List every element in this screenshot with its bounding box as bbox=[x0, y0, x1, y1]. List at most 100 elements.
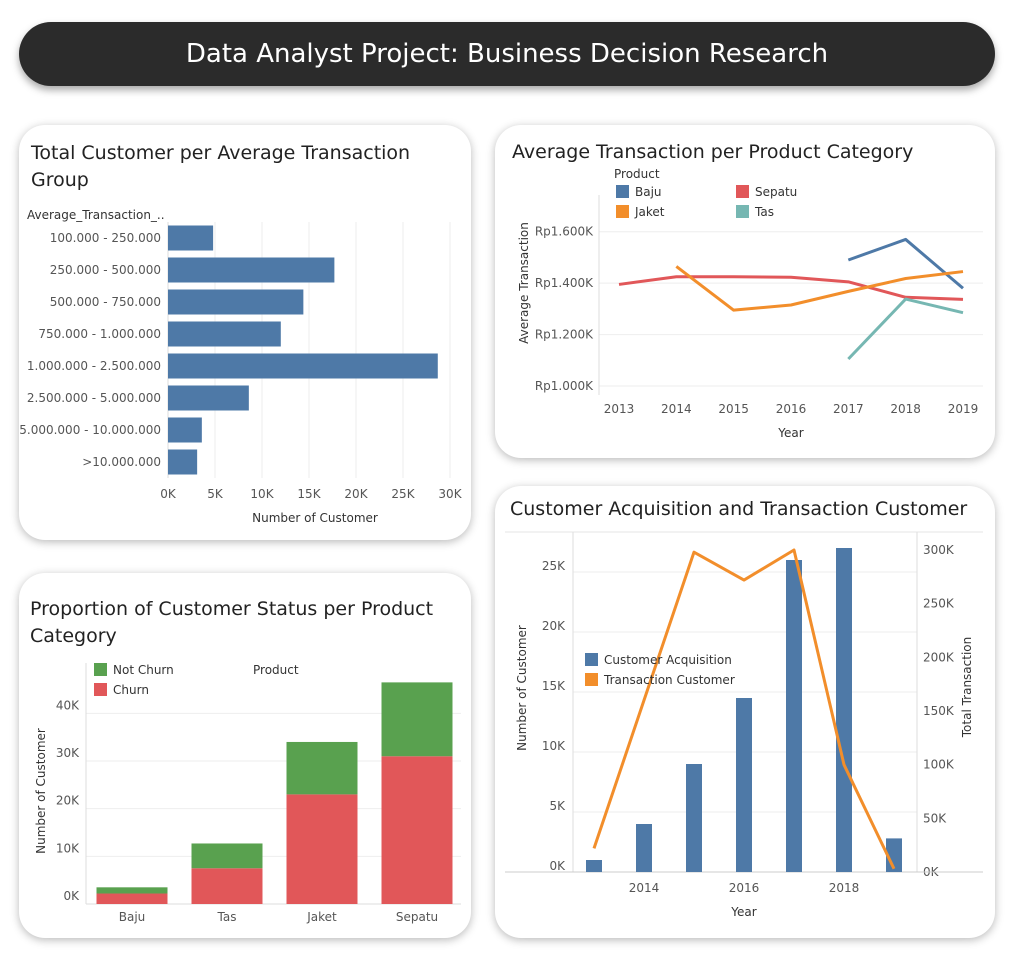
legend-swatch bbox=[736, 185, 749, 198]
bar-segment bbox=[191, 843, 263, 869]
card-avg-transaction-product: Average Transaction per Product Category… bbox=[495, 125, 995, 458]
category-label: 5.000.000 - 10.000.000 bbox=[19, 423, 161, 437]
y2-tick-label: 300K bbox=[923, 543, 955, 557]
legend-label: Transaction Customer bbox=[603, 673, 735, 687]
page-title: Data Analyst Project: Business Decision … bbox=[185, 39, 829, 69]
category-label: 100.000 - 250.000 bbox=[50, 231, 161, 245]
y-tick-label: 10K bbox=[56, 841, 80, 855]
bar bbox=[168, 225, 214, 251]
x-tick-label: 15K bbox=[297, 487, 321, 501]
chart-avg-transaction-product: Rp1.000K Rp1.200K Rp1.400K Rp1.600K 2013 2014… bbox=[517, 167, 983, 440]
row-header: Average_Transaction_.. bbox=[27, 208, 165, 222]
y-tick-label: Rp1.400K bbox=[535, 276, 594, 290]
category-label: 750.000 - 1.000.000 bbox=[38, 327, 161, 341]
bar-segment bbox=[381, 756, 453, 904]
x-tick-label: 2018 bbox=[890, 402, 921, 416]
bar-segment bbox=[381, 682, 453, 757]
bar-segment bbox=[96, 887, 168, 894]
x-tick-label: 25K bbox=[391, 487, 415, 501]
bar bbox=[836, 548, 852, 872]
legend-label: Baju bbox=[635, 185, 662, 199]
card-avg-transaction-group: Total Customer per Average Transaction G… bbox=[19, 125, 471, 540]
legend-swatch bbox=[94, 683, 107, 696]
card-customer-acquisition: Customer Acquisition and Transaction Cus… bbox=[495, 486, 995, 938]
legend-label: Churn bbox=[113, 683, 149, 697]
y-axis-title: Number of Customer bbox=[34, 728, 48, 854]
category-label: >10.000.000 bbox=[82, 455, 161, 469]
category-label: Baju bbox=[119, 910, 146, 924]
y2-tick-label: 150K bbox=[923, 704, 955, 718]
x-tick-label: 2016 bbox=[729, 881, 760, 895]
legend-label: Jaket bbox=[634, 205, 665, 219]
x-tick-label: 2014 bbox=[629, 881, 660, 895]
bar bbox=[168, 417, 202, 443]
bar bbox=[168, 257, 335, 283]
bar-segment bbox=[286, 741, 358, 795]
y-tick-label: 20K bbox=[542, 619, 566, 633]
x-tick-label: 20K bbox=[344, 487, 368, 501]
chart-avg-transaction-group: 0K 5K 10K 15K 20K 25K 30K Average_Transaction_.… bbox=[19, 208, 462, 525]
legend-title: Product bbox=[614, 167, 660, 181]
chart-customer-acquisition: 0K5K10K15K20K25K0K50K100K150K200K250K300… bbox=[505, 531, 983, 919]
x-tick-label: 2019 bbox=[948, 402, 979, 416]
legend-label: Not Churn bbox=[113, 663, 174, 677]
y-tick-label: 25K bbox=[542, 559, 566, 573]
header-banner: Data Analyst Project: Business Decision … bbox=[19, 22, 995, 86]
category-label: 500.000 - 750.000 bbox=[50, 295, 161, 309]
legend-label: Customer Acquisition bbox=[604, 653, 732, 667]
y2-tick-label: 250K bbox=[923, 597, 955, 611]
legend-title: Product bbox=[253, 663, 299, 677]
legend-swatch bbox=[585, 673, 598, 686]
bar bbox=[786, 560, 802, 872]
legend-swatch bbox=[616, 205, 629, 218]
x-axis-title: Year bbox=[730, 905, 756, 919]
bar bbox=[168, 449, 198, 475]
category-label: Sepatu bbox=[396, 910, 438, 924]
card-customer-status: Proportion of Customer Status per Produc… bbox=[19, 573, 471, 938]
bar bbox=[736, 698, 752, 872]
x-tick-label: 2015 bbox=[718, 402, 749, 416]
y-tick-label: 40K bbox=[56, 698, 80, 712]
bar bbox=[168, 321, 281, 347]
x-tick-label: 2013 bbox=[604, 402, 635, 416]
bar-segment bbox=[96, 893, 168, 904]
x-tick-label: 2017 bbox=[833, 402, 864, 416]
bar bbox=[586, 860, 602, 872]
bar bbox=[168, 289, 304, 315]
x-tick-label: 0K bbox=[160, 487, 177, 501]
chart-customer-status: 0K 10K 20K 30K 40K Baju Tas Jaket Sepatu Number o… bbox=[34, 663, 461, 924]
bar bbox=[168, 385, 249, 411]
series-line bbox=[847, 297, 964, 361]
x-axis-title: Year bbox=[777, 426, 803, 440]
bar bbox=[686, 764, 702, 872]
y-tick-label: 10K bbox=[542, 739, 566, 753]
x-tick-label: 2018 bbox=[829, 881, 860, 895]
legend-swatch bbox=[94, 663, 107, 676]
bar bbox=[168, 353, 438, 379]
y-tick-label: Rp1.600K bbox=[535, 225, 594, 239]
x-tick-label: 30K bbox=[438, 487, 462, 501]
category-label: 1.000.000 - 2.500.000 bbox=[27, 359, 161, 373]
category-label: 250.000 - 500.000 bbox=[50, 263, 161, 277]
x-axis-title: Number of Customer bbox=[252, 511, 378, 525]
y-tick-label: 30K bbox=[56, 746, 80, 760]
y-tick-label: 0K bbox=[63, 889, 80, 903]
category-label: Jaket bbox=[306, 910, 337, 924]
x-tick-label: 10K bbox=[250, 487, 274, 501]
bar bbox=[636, 824, 652, 872]
x-tick-label: 2014 bbox=[661, 402, 692, 416]
y-tick-label: 20K bbox=[56, 794, 80, 808]
series-line bbox=[618, 275, 964, 301]
y2-tick-label: 50K bbox=[923, 811, 947, 825]
y-axis-title: Average Transaction bbox=[517, 222, 531, 344]
y2-axis-title: Total Transaction bbox=[960, 637, 974, 739]
y-tick-label: 0K bbox=[549, 859, 566, 873]
y-tick-label: 15K bbox=[542, 679, 566, 693]
legend-label: Sepatu bbox=[755, 185, 797, 199]
x-tick-label: 2016 bbox=[776, 402, 807, 416]
legend-swatch bbox=[585, 653, 598, 666]
y-tick-label: Rp1.200K bbox=[535, 328, 594, 342]
legend-swatch bbox=[616, 185, 629, 198]
y2-tick-label: 100K bbox=[923, 758, 955, 772]
bar-segment bbox=[286, 794, 358, 904]
